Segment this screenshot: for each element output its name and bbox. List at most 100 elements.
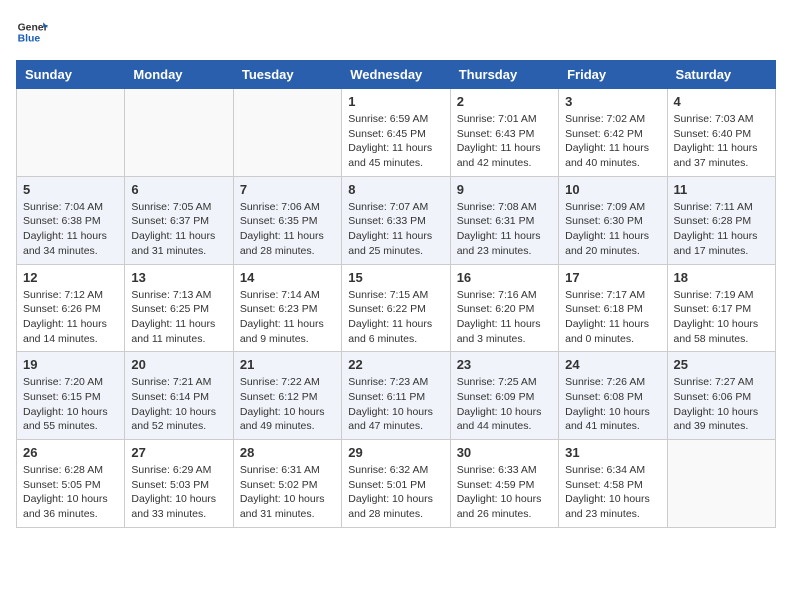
calendar-cell: 29 Sunrise: 6:32 AM Sunset: 5:01 PM Dayli…	[342, 440, 450, 528]
day-number: 31	[565, 445, 660, 460]
calendar-cell: 3Sunrise: 7:02 AM Sunset: 6:42 PM Daylig…	[559, 89, 667, 177]
calendar-week-5: 26 Sunrise: 6:28 AM Sunset: 5:05 PM Dayli…	[17, 440, 776, 528]
day-info: Sunrise: 7:09 AM Sunset: 6:30 PM Dayligh…	[565, 200, 660, 259]
day-number: 7	[240, 182, 335, 197]
calendar-cell	[233, 89, 341, 177]
day-info: Sunrise: 7:01 AM Sunset: 6:43 PM Dayligh…	[457, 112, 552, 171]
day-number: 14	[240, 270, 335, 285]
day-info: Sunrise: 7:06 AM Sunset: 6:35 PM Dayligh…	[240, 200, 335, 259]
day-number: 29	[348, 445, 443, 460]
day-number: 19	[23, 357, 118, 372]
calendar-cell: 18 Sunrise: 7:19 AM Sunset: 6:17 PM Dayli…	[667, 264, 775, 352]
day-info: Sunrise: 6:34 AM Sunset: 4:58 PM Dayligh…	[565, 463, 660, 522]
day-number: 13	[131, 270, 226, 285]
day-info: Sunrise: 6:32 AM Sunset: 5:01 PM Dayligh…	[348, 463, 443, 522]
calendar-cell: 11 Sunrise: 7:11 AM Sunset: 6:28 PM Dayli…	[667, 176, 775, 264]
day-number: 5	[23, 182, 118, 197]
col-header-sunday: Sunday	[17, 61, 125, 89]
day-number: 4	[674, 94, 769, 109]
calendar-cell: 24 Sunrise: 7:26 AM Sunset: 6:08 PM Dayli…	[559, 352, 667, 440]
svg-text:Blue: Blue	[18, 34, 41, 45]
calendar-cell: 10 Sunrise: 7:09 AM Sunset: 6:30 PM Dayli…	[559, 176, 667, 264]
day-info: Sunrise: 7:04 AM Sunset: 6:38 PM Dayligh…	[23, 200, 118, 259]
logo: General Blue	[16, 16, 48, 48]
day-info: Sunrise: 6:33 AM Sunset: 4:59 PM Dayligh…	[457, 463, 552, 522]
day-number: 11	[674, 182, 769, 197]
calendar-cell: 27 Sunrise: 6:29 AM Sunset: 5:03 PM Dayli…	[125, 440, 233, 528]
calendar-cell: 26 Sunrise: 6:28 AM Sunset: 5:05 PM Dayli…	[17, 440, 125, 528]
day-number: 6	[131, 182, 226, 197]
day-info: Sunrise: 7:12 AM Sunset: 6:26 PM Dayligh…	[23, 288, 118, 347]
day-info: Sunrise: 7:08 AM Sunset: 6:31 PM Dayligh…	[457, 200, 552, 259]
day-info: Sunrise: 7:27 AM Sunset: 6:06 PM Dayligh…	[674, 375, 769, 434]
day-number: 15	[348, 270, 443, 285]
day-info: Sunrise: 7:25 AM Sunset: 6:09 PM Dayligh…	[457, 375, 552, 434]
calendar-cell: 19 Sunrise: 7:20 AM Sunset: 6:15 PM Dayli…	[17, 352, 125, 440]
calendar-cell: 30Sunrise: 6:33 AM Sunset: 4:59 PM Dayli…	[450, 440, 558, 528]
day-info: Sunrise: 7:23 AM Sunset: 6:11 PM Dayligh…	[348, 375, 443, 434]
col-header-monday: Monday	[125, 61, 233, 89]
calendar-cell: 4 Sunrise: 7:03 AM Sunset: 6:40 PM Daylig…	[667, 89, 775, 177]
page-header: General Blue	[16, 16, 776, 48]
calendar-cell: 14 Sunrise: 7:14 AM Sunset: 6:23 PM Dayli…	[233, 264, 341, 352]
calendar-cell: 2 Sunrise: 7:01 AM Sunset: 6:43 PM Daylig…	[450, 89, 558, 177]
day-number: 9	[457, 182, 552, 197]
calendar-cell: 28 Sunrise: 6:31 AM Sunset: 5:02 PM Dayli…	[233, 440, 341, 528]
calendar-cell: 9 Sunrise: 7:08 AM Sunset: 6:31 PM Daylig…	[450, 176, 558, 264]
calendar-week-2: 5 Sunrise: 7:04 AM Sunset: 6:38 PM Daylig…	[17, 176, 776, 264]
day-info: Sunrise: 6:59 AM Sunset: 6:45 PM Dayligh…	[348, 112, 443, 171]
day-info: Sunrise: 7:03 AM Sunset: 6:40 PM Dayligh…	[674, 112, 769, 171]
day-info: Sunrise: 7:21 AM Sunset: 6:14 PM Dayligh…	[131, 375, 226, 434]
day-info: Sunrise: 7:22 AM Sunset: 6:12 PM Dayligh…	[240, 375, 335, 434]
day-number: 2	[457, 94, 552, 109]
day-info: Sunrise: 7:26 AM Sunset: 6:08 PM Dayligh…	[565, 375, 660, 434]
calendar-cell: 23Sunrise: 7:25 AM Sunset: 6:09 PM Dayli…	[450, 352, 558, 440]
day-number: 20	[131, 357, 226, 372]
calendar-table: SundayMondayTuesdayWednesdayThursdayFrid…	[16, 60, 776, 528]
col-header-thursday: Thursday	[450, 61, 558, 89]
day-info: Sunrise: 7:20 AM Sunset: 6:15 PM Dayligh…	[23, 375, 118, 434]
day-number: 27	[131, 445, 226, 460]
calendar-cell: 6 Sunrise: 7:05 AM Sunset: 6:37 PM Daylig…	[125, 176, 233, 264]
day-info: Sunrise: 7:11 AM Sunset: 6:28 PM Dayligh…	[674, 200, 769, 259]
col-header-friday: Friday	[559, 61, 667, 89]
day-number: 28	[240, 445, 335, 460]
calendar-cell: 15Sunrise: 7:15 AM Sunset: 6:22 PM Dayli…	[342, 264, 450, 352]
calendar-body: 1 Sunrise: 6:59 AM Sunset: 6:45 PM Daylig…	[17, 89, 776, 528]
day-number: 3	[565, 94, 660, 109]
day-number: 1	[348, 94, 443, 109]
day-info: Sunrise: 6:31 AM Sunset: 5:02 PM Dayligh…	[240, 463, 335, 522]
day-number: 26	[23, 445, 118, 460]
day-info: Sunrise: 6:28 AM Sunset: 5:05 PM Dayligh…	[23, 463, 118, 522]
day-number: 17	[565, 270, 660, 285]
calendar-header-row: SundayMondayTuesdayWednesdayThursdayFrid…	[17, 61, 776, 89]
day-number: 24	[565, 357, 660, 372]
calendar-cell: 5 Sunrise: 7:04 AM Sunset: 6:38 PM Daylig…	[17, 176, 125, 264]
day-info: Sunrise: 6:29 AM Sunset: 5:03 PM Dayligh…	[131, 463, 226, 522]
day-info: Sunrise: 7:19 AM Sunset: 6:17 PM Dayligh…	[674, 288, 769, 347]
calendar-cell: 31 Sunrise: 6:34 AM Sunset: 4:58 PM Dayli…	[559, 440, 667, 528]
calendar-cell: 7 Sunrise: 7:06 AM Sunset: 6:35 PM Daylig…	[233, 176, 341, 264]
day-number: 25	[674, 357, 769, 372]
day-info: Sunrise: 7:05 AM Sunset: 6:37 PM Dayligh…	[131, 200, 226, 259]
day-info: Sunrise: 7:17 AM Sunset: 6:18 PM Dayligh…	[565, 288, 660, 347]
calendar-week-4: 19 Sunrise: 7:20 AM Sunset: 6:15 PM Dayli…	[17, 352, 776, 440]
day-info: Sunrise: 7:14 AM Sunset: 6:23 PM Dayligh…	[240, 288, 335, 347]
calendar-week-3: 12 Sunrise: 7:12 AM Sunset: 6:26 PM Dayli…	[17, 264, 776, 352]
calendar-cell: 8Sunrise: 7:07 AM Sunset: 6:33 PM Daylig…	[342, 176, 450, 264]
calendar-cell: 1 Sunrise: 6:59 AM Sunset: 6:45 PM Daylig…	[342, 89, 450, 177]
logo-icon: General Blue	[16, 16, 48, 48]
calendar-cell: 21 Sunrise: 7:22 AM Sunset: 6:12 PM Dayli…	[233, 352, 341, 440]
calendar-cell	[125, 89, 233, 177]
day-number: 18	[674, 270, 769, 285]
day-info: Sunrise: 7:16 AM Sunset: 6:20 PM Dayligh…	[457, 288, 552, 347]
day-number: 22	[348, 357, 443, 372]
day-number: 12	[23, 270, 118, 285]
calendar-cell: 12 Sunrise: 7:12 AM Sunset: 6:26 PM Dayli…	[17, 264, 125, 352]
day-number: 16	[457, 270, 552, 285]
day-number: 8	[348, 182, 443, 197]
calendar-cell: 25 Sunrise: 7:27 AM Sunset: 6:06 PM Dayli…	[667, 352, 775, 440]
calendar-week-1: 1 Sunrise: 6:59 AM Sunset: 6:45 PM Daylig…	[17, 89, 776, 177]
day-number: 10	[565, 182, 660, 197]
day-number: 21	[240, 357, 335, 372]
